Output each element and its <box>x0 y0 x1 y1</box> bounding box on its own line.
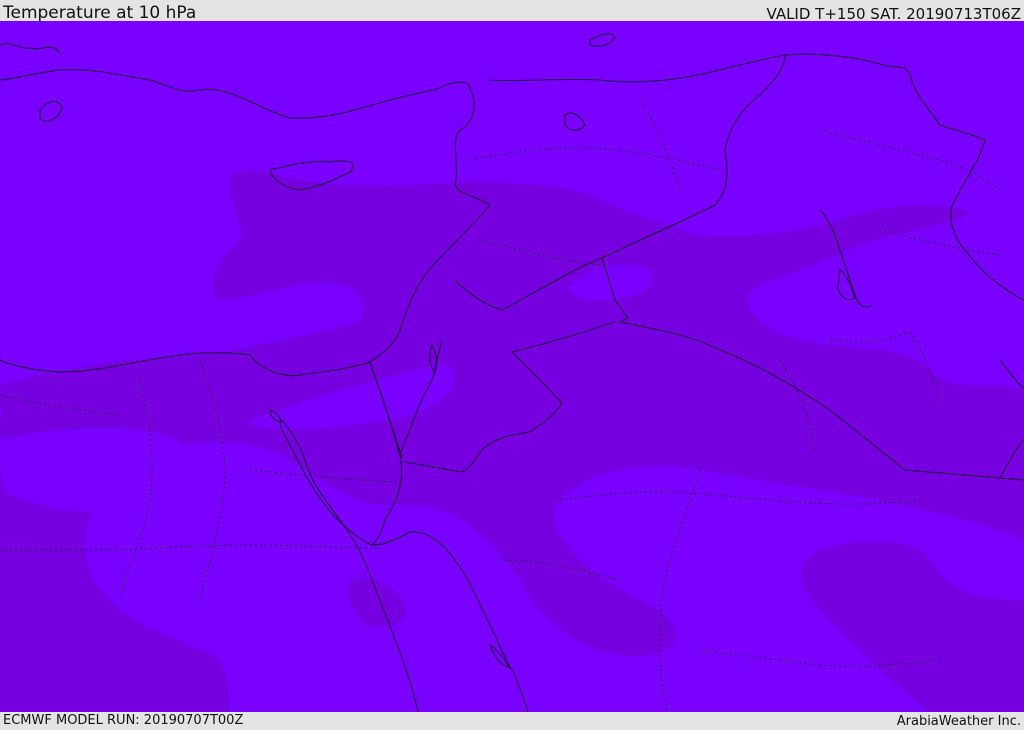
map-canvas <box>0 21 1024 712</box>
model-run: ECMWF MODEL RUN: 20190707T00Z <box>3 713 244 728</box>
header-bar: Temperature at 10 hPa VALID T+150 SAT. 2… <box>0 0 1024 23</box>
credit: ArabiaWeather Inc. <box>896 714 1021 729</box>
temperature-map[interactable] <box>0 21 1024 712</box>
footer-bar: ECMWF MODEL RUN: 20190707T00Z ArabiaWeat… <box>0 712 1024 729</box>
map-title: Temperature at 10 hPa <box>3 3 197 23</box>
